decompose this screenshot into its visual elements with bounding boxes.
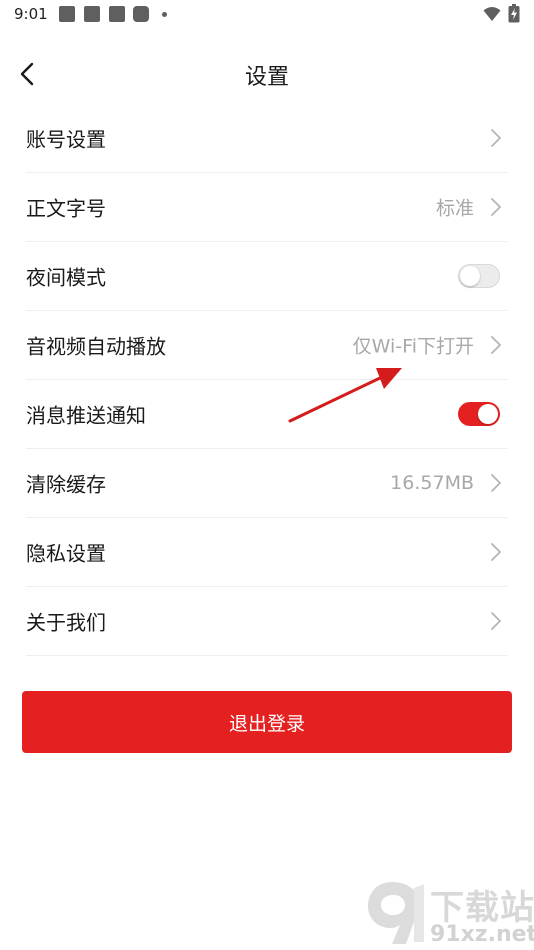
toggle-knob xyxy=(460,266,480,286)
status-bar: 9:01 xyxy=(0,0,534,30)
settings-row-night-mode: 夜间模式 xyxy=(26,242,508,311)
notification-icon xyxy=(133,6,149,22)
status-time: 9:01 xyxy=(14,5,48,23)
settings-row-privacy[interactable]: 隐私设置 xyxy=(26,518,508,587)
chevron-right-icon xyxy=(491,336,501,354)
settings-row-autoplay[interactable]: 音视频自动播放 仅Wi-Fi下打开 xyxy=(26,311,508,380)
settings-list: 账号设置 正文字号 标准 夜间模式 音视频自动播放 仅Wi-Fi下打开 消息推送… xyxy=(26,104,508,656)
settings-row-clear-cache[interactable]: 清除缓存 16.57MB xyxy=(26,449,508,518)
settings-row-font-size[interactable]: 正文字号 标准 xyxy=(26,173,508,242)
annotation-arrow-icon xyxy=(288,368,402,423)
header: 设置 xyxy=(0,44,534,104)
row-label: 关于我们 xyxy=(26,610,106,635)
watermark-url: 91xz.net xyxy=(430,922,534,947)
push-notifications-toggle[interactable] xyxy=(458,402,500,426)
site-logo-icon xyxy=(368,882,424,944)
night-mode-toggle[interactable] xyxy=(458,264,500,288)
notification-icon xyxy=(84,6,100,22)
toggle-knob xyxy=(478,404,498,424)
settings-row-about[interactable]: 关于我们 xyxy=(26,587,508,656)
battery-charging-icon xyxy=(508,4,520,23)
watermark: 下载站 91xz.net xyxy=(362,876,534,950)
row-value: 16.57MB xyxy=(390,472,474,494)
notification-icon xyxy=(59,6,75,22)
settings-row-account[interactable]: 账号设置 xyxy=(26,104,508,173)
row-value: 标准 xyxy=(435,197,474,220)
chevron-right-icon xyxy=(491,129,501,147)
row-label: 消息推送通知 xyxy=(26,403,146,428)
row-label: 账号设置 xyxy=(26,127,106,152)
settings-row-push-notifications: 消息推送通知 xyxy=(26,380,508,449)
more-notifications-dot-icon xyxy=(162,12,167,17)
row-label: 夜间模式 xyxy=(26,265,106,290)
chevron-right-icon xyxy=(491,612,501,630)
chevron-right-icon xyxy=(491,474,501,492)
row-label: 清除缓存 xyxy=(26,472,106,497)
chevron-right-icon xyxy=(491,543,501,561)
chevron-right-icon xyxy=(491,198,501,216)
wifi-icon xyxy=(483,7,501,21)
row-label: 音视频自动播放 xyxy=(26,334,166,359)
row-label: 正文字号 xyxy=(26,196,106,221)
page-title: 设置 xyxy=(244,65,289,90)
row-value: 仅Wi-Fi下打开 xyxy=(352,335,474,358)
row-label: 隐私设置 xyxy=(26,541,106,566)
logout-button[interactable]: 退出登录 xyxy=(22,691,512,753)
notification-icon xyxy=(109,6,125,22)
